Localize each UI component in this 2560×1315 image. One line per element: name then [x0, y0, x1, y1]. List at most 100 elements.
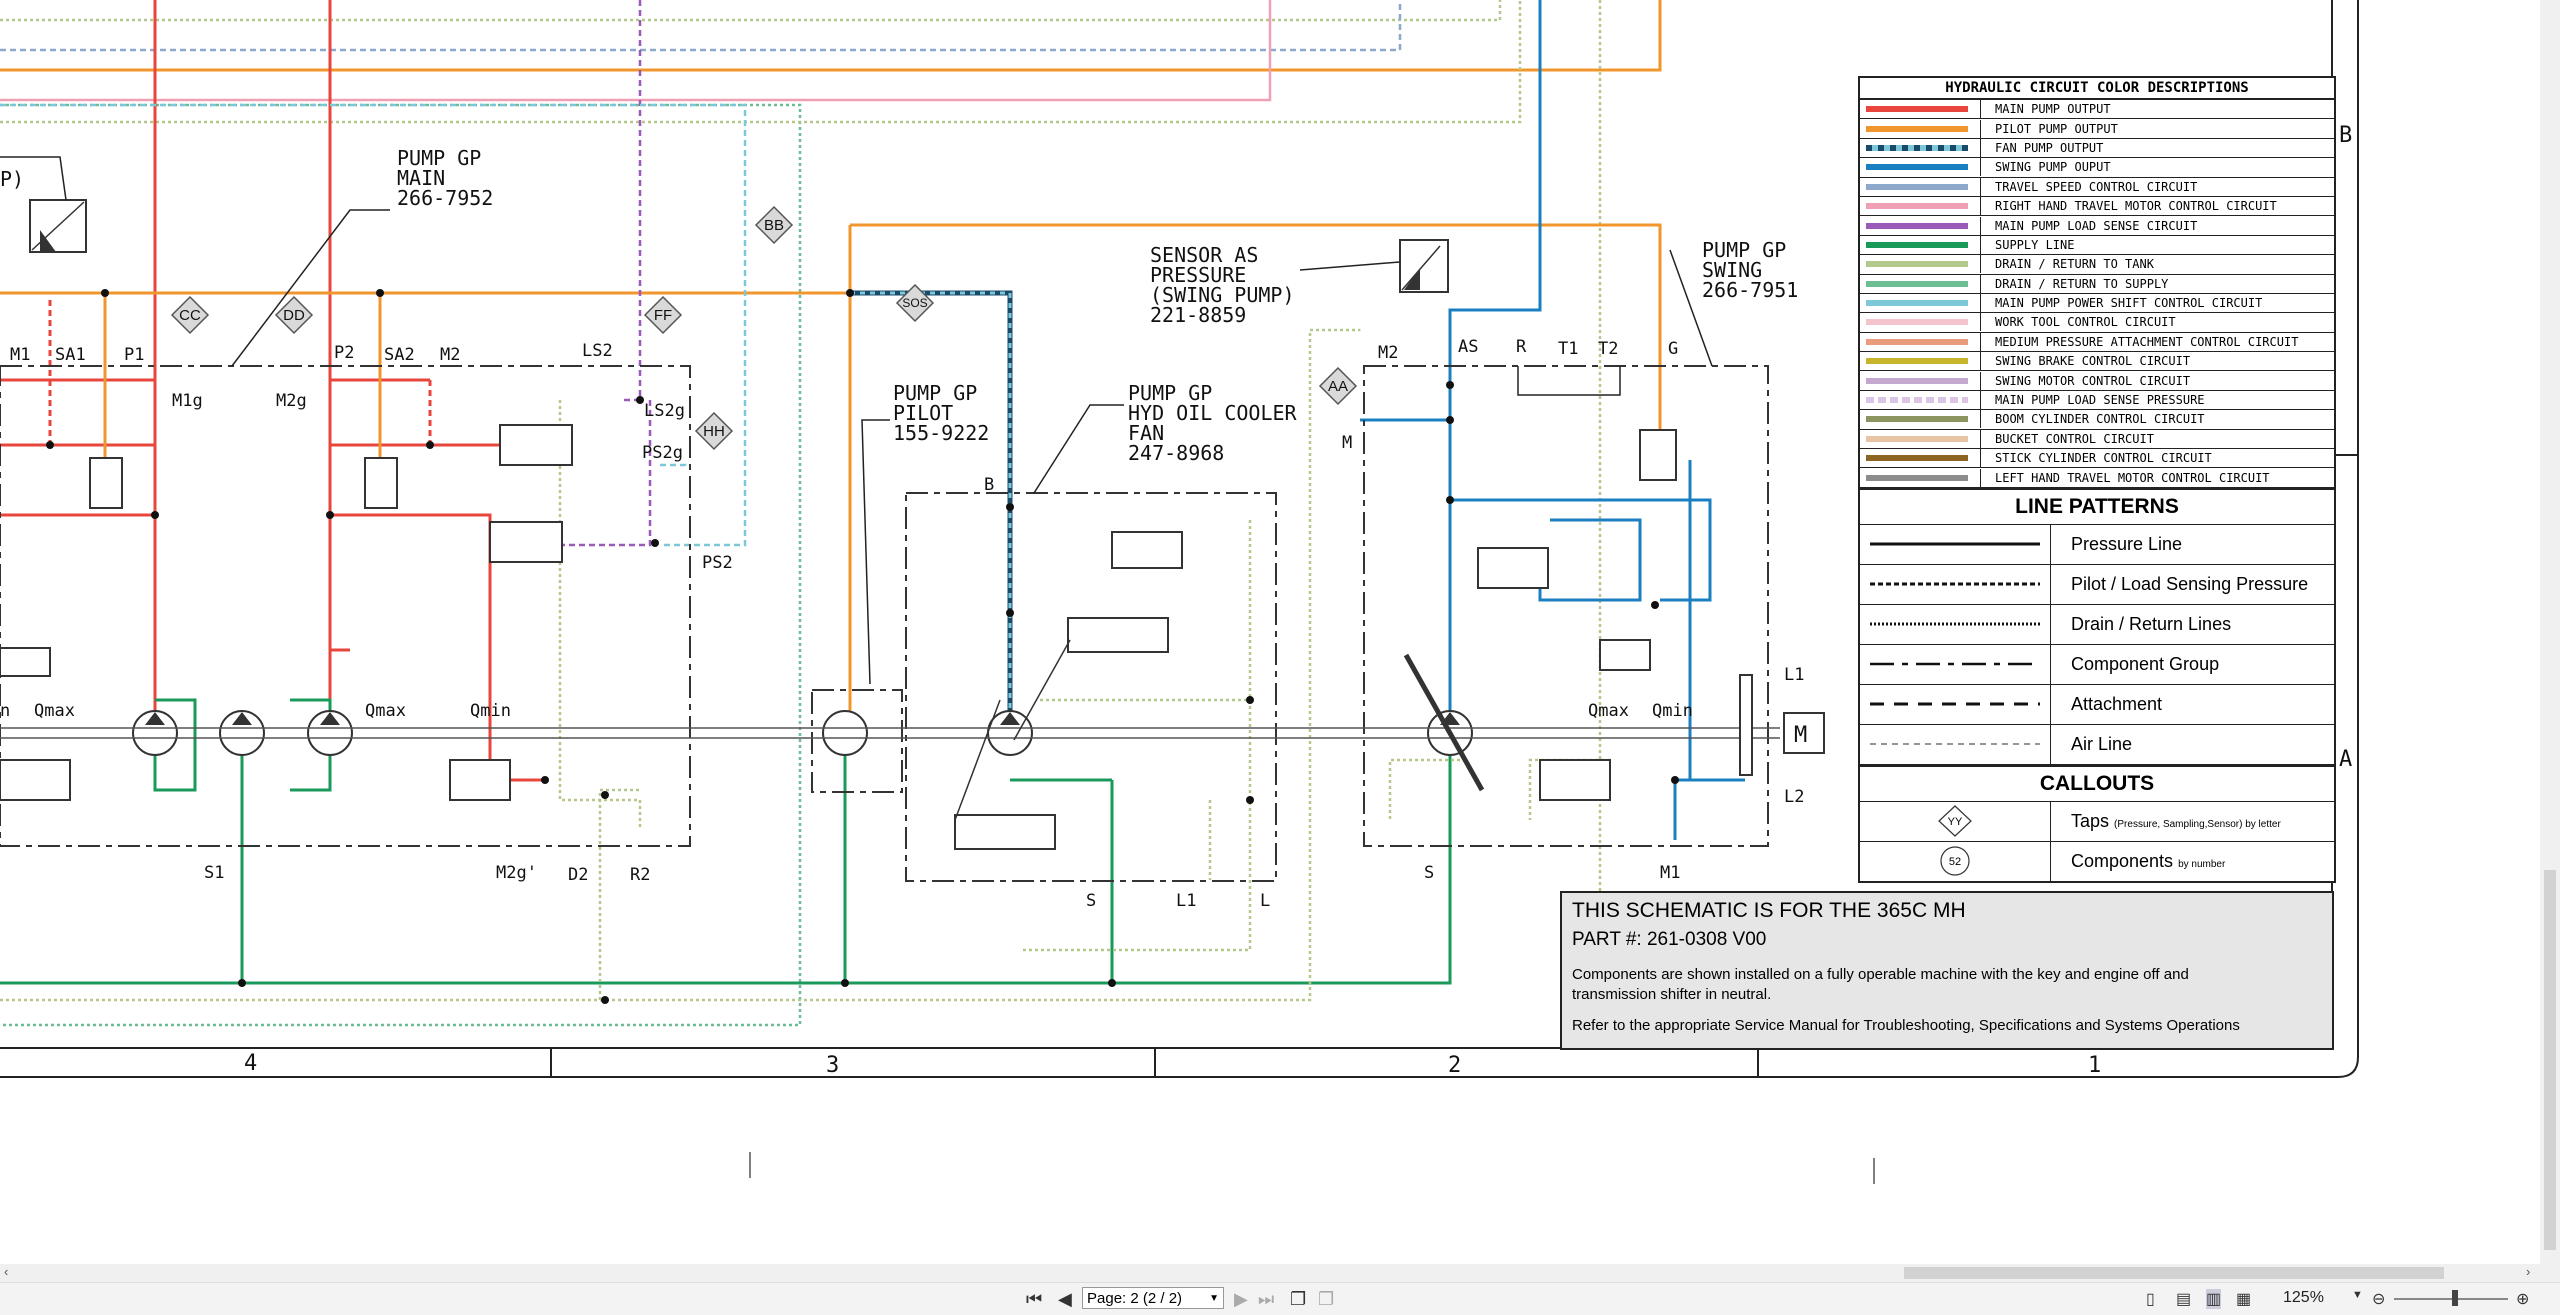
- port-ps2g: PS2g: [642, 443, 683, 463]
- tap-ff-label: FF: [654, 307, 672, 324]
- color-legend-title: HYDRAULIC CIRCUIT COLOR DESCRIPTIONS: [1860, 78, 2334, 100]
- previous-page-icon[interactable]: ◀: [1058, 1289, 1072, 1310]
- callouts-title: CALLOUTS: [1860, 764, 2334, 802]
- color-legend-row: MEDIUM PRESSURE ATTACHMENT CONTROL CIRCU…: [1860, 332, 2334, 353]
- first-page-icon[interactable]: ⏮: [1026, 1289, 1042, 1310]
- line-patterns-title: LINE PATTERNS: [1860, 487, 2334, 525]
- color-swatch: [1866, 358, 1968, 365]
- color-label: WORK TOOL CONTROL CIRCUIT: [1980, 313, 2334, 332]
- color-swatch: [1866, 319, 1968, 326]
- color-label: SWING PUMP OUPUT: [1980, 158, 2334, 177]
- pump-pilot-label-3: 155-9222: [893, 421, 989, 445]
- two-page-view-icon[interactable]: ▥: [2206, 1289, 2222, 1309]
- port-p1: P1: [124, 345, 144, 365]
- color-swatch: [1866, 435, 1968, 442]
- book-view-icon[interactable]: ▦: [2236, 1289, 2251, 1309]
- zone-3: 3: [826, 1053, 839, 1078]
- color-swatch: [1866, 261, 1968, 268]
- pattern-row-pilot: Pilot / Load Sensing Pressure: [1860, 564, 2334, 605]
- chevron-down-icon: ▼: [1209, 1293, 1219, 1304]
- color-legend-row: LEFT HAND TRAVEL MOTOR CONTROL CIRCUIT: [1860, 468, 2334, 488]
- color-swatch: [1866, 241, 1968, 248]
- vertical-scrollbar[interactable]: [2540, 0, 2560, 1282]
- callout-row-components: 52 Components by number: [1860, 841, 2334, 881]
- schematic-note-box: THIS SCHEMATIC IS FOR THE 365C MH PART #…: [1560, 891, 2334, 1050]
- callout-taps-note: (Pressure, Sampling,Sensor) by letter: [2114, 818, 2281, 830]
- color-swatch: [1866, 183, 1968, 190]
- tap-dd-label: DD: [283, 307, 305, 324]
- port-m2g: M2g: [276, 391, 307, 411]
- port-m2: M2: [440, 345, 460, 365]
- port-qmax-swing: Qmax: [1588, 701, 1629, 721]
- horizontal-scrollbar[interactable]: ‹ ›: [0, 1264, 2540, 1282]
- port-m1: M1: [10, 345, 30, 365]
- port-qmin-partial: n: [0, 701, 10, 721]
- pattern-label: Air Line: [2071, 733, 2133, 754]
- port-m: M: [1342, 433, 1352, 453]
- color-label: STICK CYLINDER CONTROL CIRCUIT: [1980, 449, 2334, 468]
- open-page-window-icon[interactable]: ❐: [1290, 1289, 1306, 1310]
- callout-tap-symbol-text: YY: [1948, 816, 1963, 828]
- vertical-scroll-thumb[interactable]: [2544, 870, 2556, 1250]
- pump-swing-label-3: 266-7951: [1702, 278, 1798, 302]
- next-page-icon[interactable]: ▶: [1234, 1289, 1248, 1310]
- pattern-label: Component Group: [2071, 653, 2220, 674]
- tap-cc-label: CC: [179, 307, 201, 324]
- color-swatch: [1866, 125, 1968, 132]
- port-sa2: SA2: [384, 345, 415, 365]
- color-label: MAIN PUMP POWER SHIFT CONTROL CIRCUIT: [1980, 294, 2334, 313]
- zoom-slider-handle[interactable]: [2452, 1290, 2458, 1306]
- color-legend-rows: MAIN PUMP OUTPUT PILOT PUMP OUTPUT FAN PUM…: [1860, 100, 2334, 488]
- color-legend-row: SWING PUMP OUPUT: [1860, 158, 2334, 178]
- port-t2: T2: [1598, 339, 1618, 359]
- note-part-number: PART #: 261-0308 V00: [1572, 929, 1767, 950]
- single-page-view-icon[interactable]: ▯: [2146, 1289, 2155, 1309]
- tap-sos-label: SOS: [902, 296, 927, 310]
- port-t1: T1: [1558, 339, 1578, 359]
- callout-comp-symbol-text: 52: [1949, 856, 1961, 868]
- page-selector-value: Page: 2 (2 / 2): [1087, 1290, 1183, 1307]
- port-m2g-prime: M2g': [496, 863, 537, 883]
- close-page-window-icon[interactable]: ❐: [1318, 1289, 1334, 1310]
- zoom-out-icon[interactable]: ⊖: [2372, 1289, 2385, 1309]
- color-swatch: [1866, 300, 1968, 307]
- port-p2: P2: [334, 343, 354, 363]
- zoom-in-icon[interactable]: ⊕: [2516, 1289, 2529, 1309]
- port-ls2g: LS2g: [644, 401, 685, 421]
- port-ls2: LS2: [582, 341, 613, 361]
- last-page-icon[interactable]: ⏭: [1258, 1289, 1274, 1310]
- zoom-slider-track[interactable]: [2394, 1298, 2508, 1300]
- color-swatch: [1866, 377, 1968, 384]
- tap-aa-label: AA: [1328, 378, 1348, 395]
- zoom-level[interactable]: 125%: [2283, 1289, 2324, 1307]
- port-m1-swing: M1: [1660, 863, 1680, 883]
- scroll-left-icon[interactable]: ‹: [4, 1264, 8, 1279]
- scroll-right-icon[interactable]: ›: [2526, 1264, 2530, 1279]
- color-label: SWING BRAKE CONTROL CIRCUIT: [1980, 352, 2334, 371]
- port-r: R: [1516, 337, 1527, 357]
- sensor-label-4: 221-8859: [1150, 303, 1246, 327]
- port-as: AS: [1458, 337, 1478, 357]
- color-label: MAIN PUMP LOAD SENSE CIRCUIT: [1980, 216, 2334, 235]
- pump-main-label-3: 266-7952: [397, 186, 493, 210]
- color-label: BUCKET CONTROL CIRCUIT: [1980, 429, 2334, 448]
- document-viewport[interactable]: CC DD FF HH BB SOS AA PUMP GP MAIN 266-7…: [0, 0, 2540, 1264]
- horizontal-scroll-thumb[interactable]: [1904, 1267, 2444, 1279]
- color-swatch: [1866, 280, 1968, 287]
- note-title: THIS SCHEMATIC IS FOR THE 365C MH: [1572, 899, 1966, 922]
- port-qmax-2: Qmax: [365, 701, 406, 721]
- color-label: MEDIUM PRESSURE ATTACHMENT CONTROL CIRCU…: [1980, 332, 2334, 351]
- port-s1: S1: [204, 863, 224, 883]
- port-s-swing: S: [1424, 863, 1434, 883]
- tap-hh-label: HH: [703, 423, 725, 440]
- continuous-view-icon[interactable]: ▤: [2176, 1289, 2191, 1309]
- zoom-dropdown-icon[interactable]: ▼: [2352, 1289, 2363, 1301]
- port-l: L: [1260, 891, 1270, 911]
- color-swatch: [1866, 455, 1968, 462]
- port-l1-swing: L1: [1784, 665, 1804, 685]
- pattern-label: Drain / Return Lines: [2071, 613, 2232, 634]
- color-legend-row: BUCKET CONTROL CIRCUIT: [1860, 429, 2334, 450]
- page-selector[interactable]: Page: 2 (2 / 2) ▼: [1082, 1287, 1224, 1309]
- tap-bb-label: BB: [764, 217, 784, 234]
- color-label: DRAIN / RETURN TO SUPPLY: [1980, 274, 2334, 293]
